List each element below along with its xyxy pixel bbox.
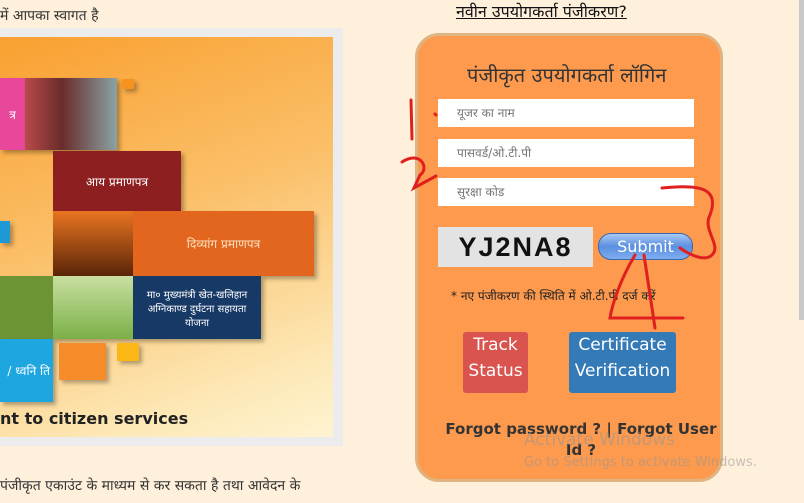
banner-photo-family (25, 78, 117, 150)
username-input[interactable] (438, 99, 694, 127)
windows-watermark-subtitle: Go to Settings to activate Windows. (524, 455, 757, 470)
welcome-text: में आपका स्वागत है (0, 8, 99, 24)
banner-photo-wheelchair (53, 211, 133, 276)
password-input[interactable] (438, 139, 694, 167)
banner-photo-farmer (53, 276, 133, 339)
login-title: पंजीकृत उपयोगकर्ता लॉगिन (467, 63, 667, 87)
banner-square (122, 79, 134, 89)
captcha-image: YJ2NA8 (438, 227, 593, 267)
banner-tile-scheme: मा० मुख्यमंत्री खेत-खलिहान अग्निकाण्ड दु… (133, 276, 261, 339)
body-text: पंजीकृत एकाउंट के माध्यम से कर सकता है त… (0, 478, 301, 494)
security-code-input[interactable] (438, 178, 694, 206)
services-banner: त्र आय प्रमाणपत्र दिव्यांग प्रमाणपत्र मा… (0, 37, 333, 437)
banner-square (117, 343, 139, 361)
banner-tile-sound: / ध्वनि ति (0, 339, 53, 402)
banner-tile-pink: त्र (0, 78, 25, 150)
otp-note: * नए पंजीकरण की स्थिति में ओ.टी.पी दर्ज … (451, 289, 656, 303)
track-status-button[interactable]: Track Status (463, 332, 528, 393)
banner-tile-income: आय प्रमाणपत्र (53, 151, 181, 211)
certificate-verification-button[interactable]: Certificate Verification (569, 332, 676, 393)
banner-tile-green (0, 276, 53, 339)
banner-tagline: nt to citizen services (0, 409, 189, 428)
windows-watermark-title: Activate Windows (524, 430, 675, 450)
banner-tile-disability: दिव्यांग प्रमाणपत्र (133, 211, 314, 276)
scrollbar-thumb[interactable] (799, 0, 804, 320)
banner-square (59, 343, 106, 380)
submit-button[interactable]: Submit (598, 233, 693, 260)
banner-tile-blue-small (0, 221, 10, 243)
new-user-registration-link[interactable]: नवीन उपयोगकर्ता पंजीकरण? (456, 0, 627, 22)
